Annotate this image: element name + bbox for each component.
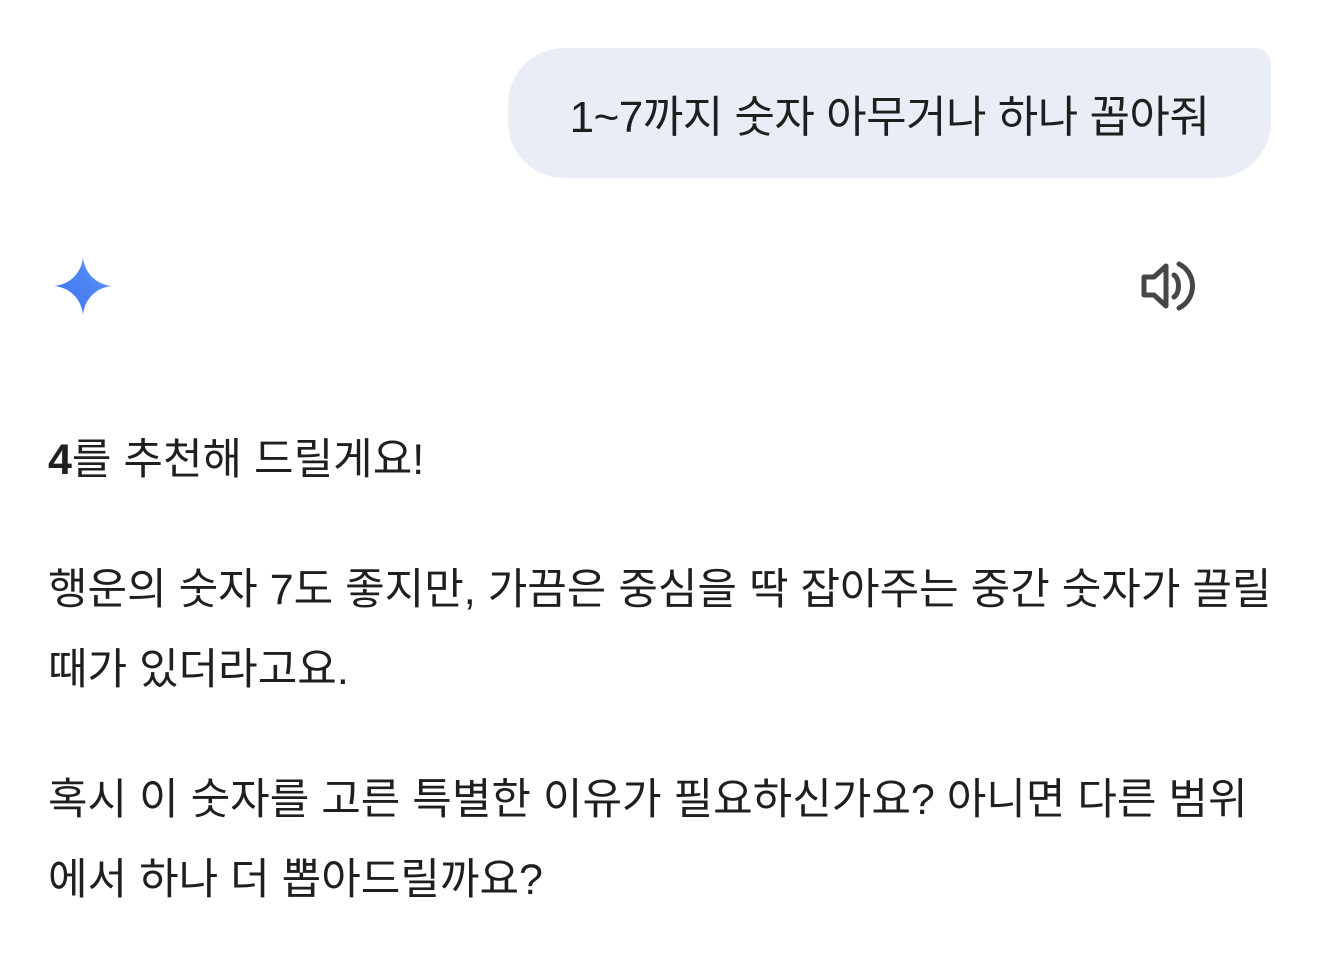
response-paragraph-1: 4를 추천해 드릴게요! xyxy=(48,420,1278,500)
user-message-text: 1~7까지 숫자 아무거나 하나 꼽아줘 xyxy=(569,93,1210,142)
response-paragraph-1-text: 를 추천해 드릴게요! xyxy=(71,436,425,484)
response-paragraph-3: 혹시 이 숫자를 고른 특별한 이유가 필요하신가요? 아니면 다른 범위에서 … xyxy=(48,776,1248,904)
assistant-response: 4를 추천해 드릴게요! 행운의 숫자 7도 좋지만, 가끔은 중심을 딱 잡아… xyxy=(48,420,1278,920)
response-paragraph-2: 행운의 숫자 7도 좋지만, 가끔은 중심을 딱 잡아주는 중간 숫자가 끌릴 … xyxy=(48,566,1272,694)
gemini-sparkle-icon xyxy=(53,256,113,316)
speaker-icon xyxy=(1141,261,1195,311)
recommended-number: 4 xyxy=(48,436,72,484)
user-message-bubble: 1~7까지 숫자 아무거나 하나 꼽아줘 xyxy=(508,48,1271,178)
read-aloud-button[interactable] xyxy=(1138,256,1200,316)
